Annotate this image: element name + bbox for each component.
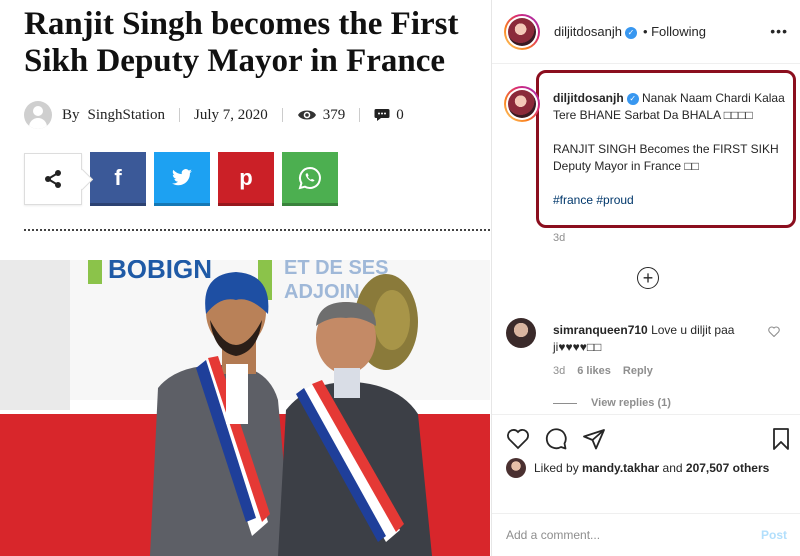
header-username[interactable]: diljitdosanjh ✓ — [554, 24, 637, 39]
liked-by-and: and — [662, 461, 683, 475]
bookmark-icon[interactable] — [769, 427, 793, 451]
comment-icon[interactable] — [544, 427, 568, 451]
replies-line — [553, 402, 577, 404]
twitter-share-button[interactable] — [154, 152, 210, 206]
following-button[interactable]: • Following — [643, 24, 706, 39]
comment-like-heart-icon[interactable] — [768, 326, 780, 337]
liked-by-avatar[interactable] — [506, 458, 526, 478]
instagram-panel: diljitdosanjh ✓ • Following ••• diljitdos… — [491, 0, 800, 556]
view-replies-label: View replies (1) — [591, 397, 671, 409]
post-actions — [492, 414, 800, 460]
banner-text-right-1: ET DE SES — [284, 260, 388, 279]
post-caption: diljitdosanjh ✓ Nanak Naam Chardi Kalaa T… — [553, 90, 788, 209]
article-headline: Ranjit Singh becomes the First Sikh Depu… — [24, 6, 459, 79]
verified-badge-icon: ✓ — [626, 92, 639, 105]
view-replies-button[interactable]: View replies (1) — [553, 397, 671, 409]
author-link[interactable]: SinghStation — [88, 107, 166, 124]
caption-line-2: RANJIT SINGH Becomes the FIRST SIKH Depu… — [553, 142, 779, 173]
liked-by-user[interactable]: mandy.takhar — [582, 461, 659, 475]
caption-hashtags[interactable]: #france #proud — [553, 192, 788, 209]
share-toggle-button[interactable] — [24, 153, 82, 205]
banner-text-left: BOBIGN — [108, 260, 212, 284]
article-panel: Ranjit Singh becomes the First Sikh Depu… — [0, 0, 490, 556]
meta-divider — [179, 108, 181, 122]
share-direct-icon[interactable] — [582, 427, 606, 451]
comment-count[interactable]: 0 — [374, 107, 404, 124]
caption-avatar[interactable] — [504, 86, 540, 122]
caption-timestamp: 3d — [553, 232, 566, 244]
comment-likes[interactable]: 6 likes — [577, 365, 611, 377]
share-bar: f p — [24, 152, 338, 206]
verified-badge-icon: ✓ — [624, 26, 637, 39]
caption-username[interactable]: diljitdosanjh — [553, 91, 624, 105]
facebook-share-button[interactable]: f — [90, 152, 146, 206]
liked-by-count[interactable]: 207,507 others — [686, 461, 769, 475]
more-options-icon[interactable]: ••• — [770, 24, 788, 38]
like-heart-icon[interactable] — [506, 427, 530, 451]
article-date: July 7, 2020 — [194, 106, 268, 123]
post-comment-button[interactable]: Post — [761, 528, 787, 542]
whatsapp-share-button[interactable] — [282, 152, 338, 206]
add-comment-input[interactable] — [506, 528, 761, 542]
view-count: 379 — [297, 106, 346, 124]
view-count-value: 379 — [322, 106, 346, 123]
load-more-comments-icon[interactable]: + — [637, 267, 659, 289]
comment-count-value: 0 — [396, 106, 404, 123]
dotted-divider — [24, 229, 490, 231]
comment-meta: 3d 6 likes Reply — [553, 365, 653, 377]
commenter-username[interactable]: simranqueen710 — [553, 323, 648, 337]
comment-bubble-icon — [374, 109, 390, 121]
meta-divider — [359, 108, 361, 122]
pinterest-share-button[interactable]: p — [218, 152, 274, 206]
commenter-avatar[interactable] — [506, 318, 536, 348]
meta-divider — [281, 108, 283, 122]
eye-icon — [297, 110, 316, 120]
whatsapp-icon — [298, 166, 321, 189]
comment-reply-button[interactable]: Reply — [623, 365, 653, 377]
liked-by-prefix: Liked by — [534, 461, 579, 475]
author-avatar — [24, 101, 52, 129]
liked-by: Liked by mandy.takhar and 207,507 others — [506, 458, 769, 478]
profile-avatar[interactable] — [504, 13, 540, 50]
post-header: diljitdosanjh ✓ • Following ••• — [492, 0, 800, 64]
article-meta: By SinghStation July 7, 2020 379 0 — [24, 100, 404, 130]
banner-text-right-2: ADJOIN — [284, 281, 360, 303]
comment-bar: Post — [492, 513, 800, 556]
article-photo: BOBIGN ET DE SES ADJOIN — [0, 260, 490, 556]
pinterest-icon: p — [239, 164, 253, 190]
comment: simranqueen710 Love u diljit paa ji♥♥♥♥□… — [553, 322, 758, 356]
comment-timestamp: 3d — [553, 365, 566, 377]
share-icon — [45, 170, 61, 188]
by-label: By — [62, 106, 80, 123]
twitter-icon — [172, 168, 192, 185]
facebook-icon: f — [114, 164, 122, 190]
mayors-photo: BOBIGN ET DE SES ADJOIN — [0, 260, 490, 556]
